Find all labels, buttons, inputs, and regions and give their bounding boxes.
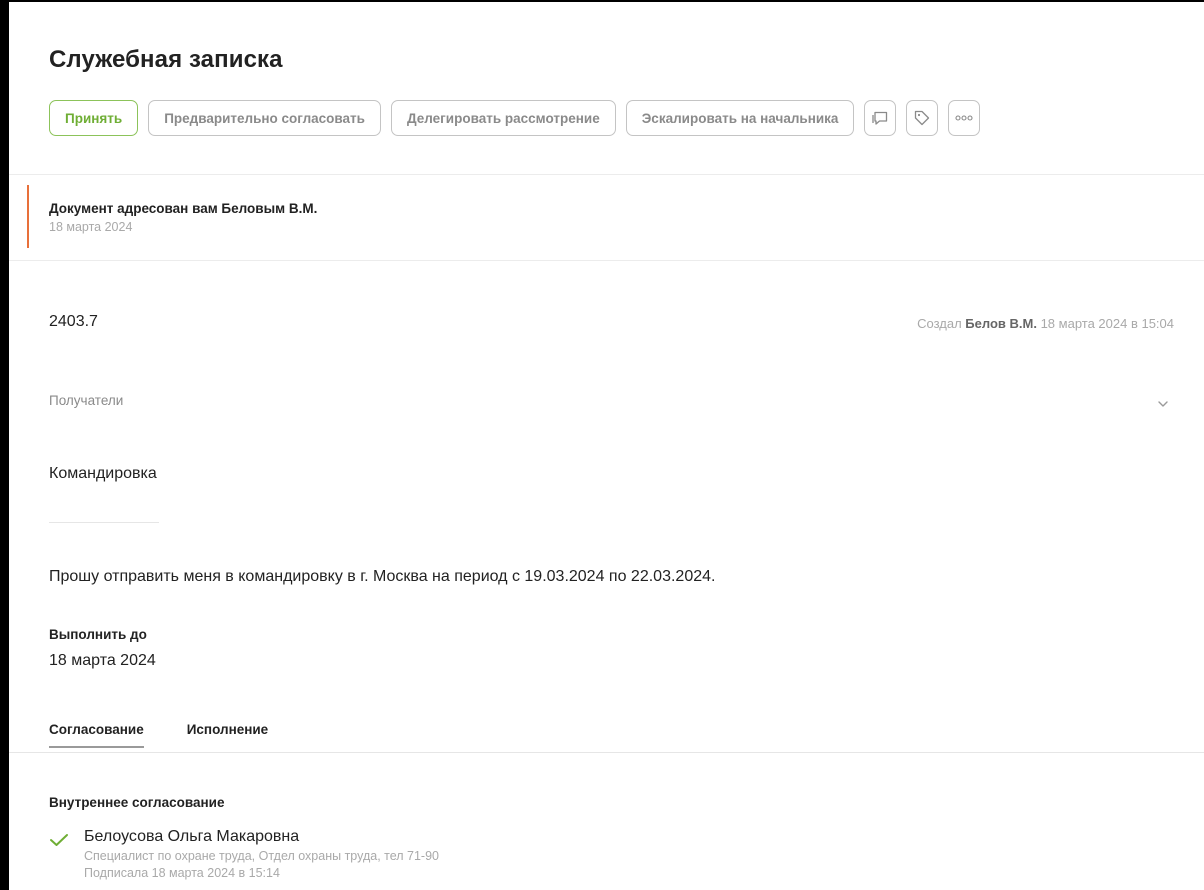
tag-icon [915,110,930,126]
subject-divider [49,522,159,523]
document-subject: Командировка [49,465,157,482]
created-at: 18 марта 2024 в 15:04 [1040,316,1174,331]
due-date-label: Выполнить до [49,627,147,642]
window-top-border [0,0,1204,2]
preapprove-button[interactable]: Предварительно согласовать [148,100,381,136]
tag-button[interactable] [906,100,939,136]
document-window: Служебная записка Принять Предварительно… [0,0,1204,890]
created-by[interactable]: Белов В.М. [965,316,1037,331]
approver-name[interactable]: Белоусова Ольга Макаровна [84,828,299,846]
check-icon [49,833,69,852]
tab-bar: Согласование Исполнение [49,722,311,748]
escalate-button[interactable]: Эскалировать на начальника [625,100,855,136]
more-button[interactable] [948,100,981,136]
notice-accent-bar [27,185,29,248]
approver-role: Специалист по охране труда, Отдел охраны… [84,849,439,863]
document-body: Прошу отправить меня в командировку в г.… [49,568,716,585]
recipients-toggle[interactable]: Получатели [49,393,123,408]
comment-button[interactable] [864,100,897,136]
notice-date: 18 марта 2024 [49,220,133,234]
document-number: 2403.7 [49,313,98,330]
created-info: Создал Белов В.М. 18 марта 2024 в 15:04 [917,316,1174,331]
tab-execution[interactable]: Исполнение [187,722,268,747]
due-date-value: 18 марта 2024 [49,652,156,669]
page-title: Служебная записка [49,46,283,73]
approval-section-title: Внутреннее согласование [49,795,225,810]
accept-button[interactable]: Принять [49,100,139,136]
more-icon [955,115,973,121]
tab-approval[interactable]: Согласование [49,722,144,748]
comment-icon [872,111,888,125]
approver-status: Подписала 18 марта 2024 в 15:14 [84,866,280,880]
notice-divider [9,260,1204,261]
notice-title: Документ адресован вам Беловым В.М. [49,201,318,216]
action-toolbar: Принять Предварительно согласовать Делег… [49,100,990,136]
created-prefix: Создал [917,316,962,331]
tabs-divider [9,752,1204,753]
chevron-down-icon[interactable] [1157,395,1169,413]
header-divider [9,174,1204,175]
window-left-border [0,0,9,890]
delegate-button[interactable]: Делегировать рассмотрение [390,100,616,136]
